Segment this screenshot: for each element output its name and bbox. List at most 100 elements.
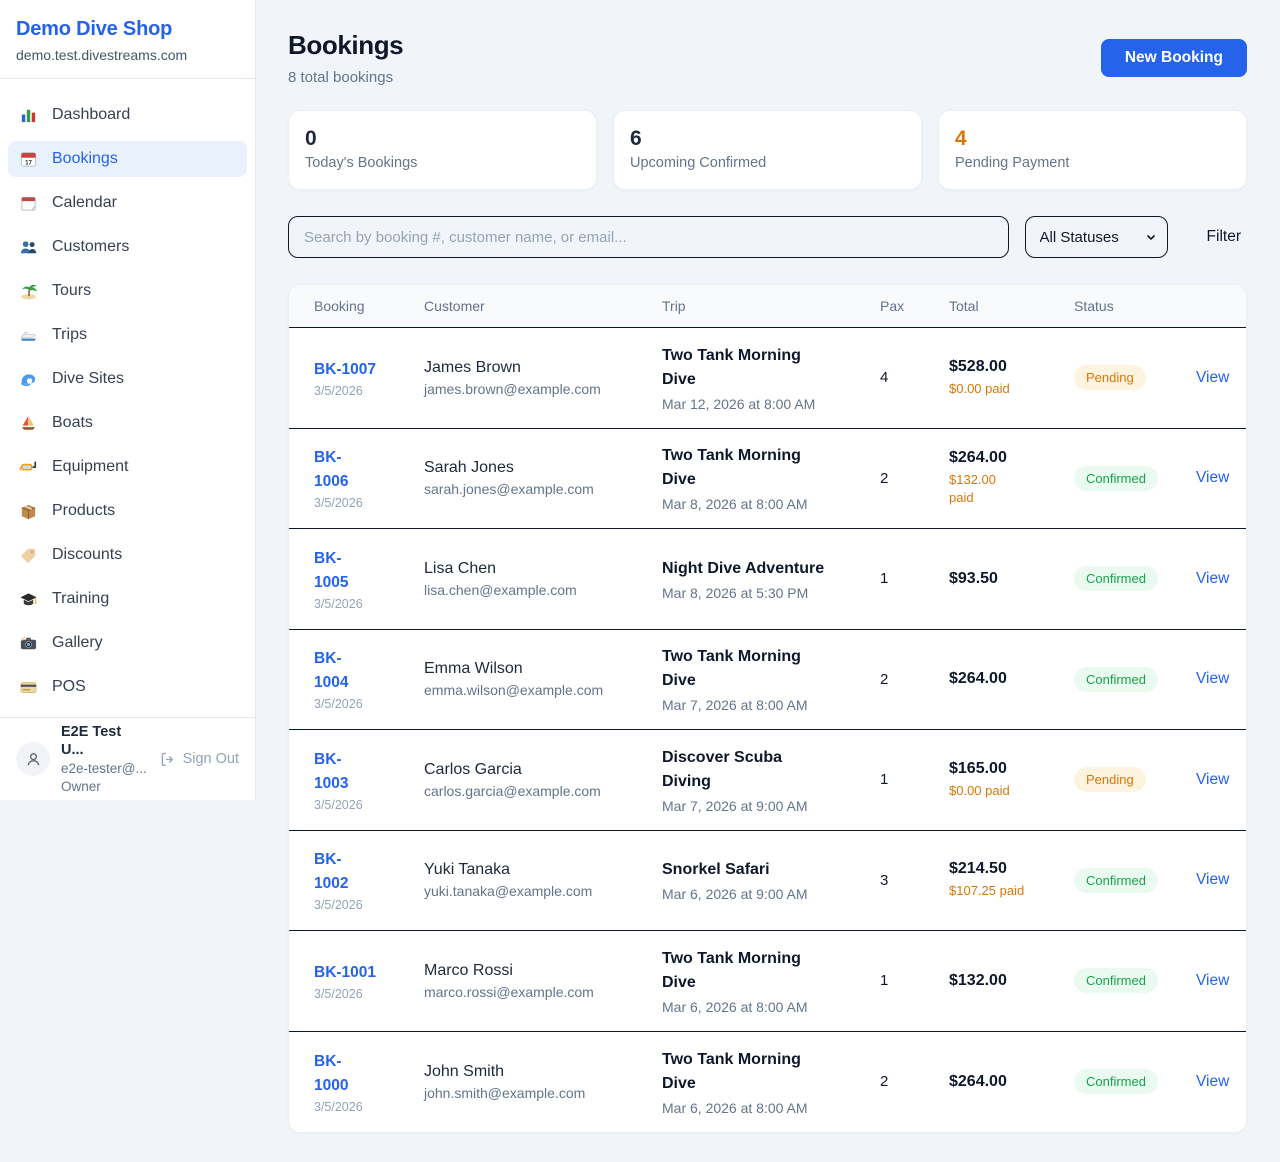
sidebar-item-dashboard[interactable]: Dashboard <box>8 97 247 133</box>
paid-amount: $107.25 paid <box>949 882 1074 900</box>
calendar-page-icon <box>18 193 38 213</box>
sidebar-item-label: Bookings <box>52 150 118 168</box>
sidebar-item-customers[interactable]: Customers <box>8 229 247 265</box>
customer-name: Lisa Chen <box>424 560 662 578</box>
sidebar-item-calendar[interactable]: Calendar <box>8 185 247 221</box>
booking-link[interactable]: BK- 1004 <box>314 647 348 695</box>
search-input[interactable] <box>288 216 1009 258</box>
sidebar-item-label: Boats <box>52 414 93 432</box>
booking-link[interactable]: BK- 1002 <box>314 848 348 896</box>
sidebar-item-equipment[interactable]: Equipment <box>8 449 247 485</box>
view-link[interactable]: View <box>1196 972 1229 989</box>
trip-name: Two Tank Morning Dive <box>662 1048 880 1096</box>
actions-cell: View <box>1196 972 1229 990</box>
customer-email: john.smith@example.com <box>424 1085 662 1101</box>
booking-link[interactable]: BK- 1005 <box>314 547 348 595</box>
filter-row: All Statuses Filter <box>288 216 1247 258</box>
sidebar-item-discounts[interactable]: Discounts <box>8 537 247 573</box>
stat-card-upcoming-confirmed: 6 Upcoming Confirmed <box>613 110 922 190</box>
sidebar-item-products[interactable]: Products <box>8 493 247 529</box>
trip-name: Discover Scuba Diving <box>662 746 880 794</box>
sidebar-item-dive-sites[interactable]: Dive Sites <box>8 361 247 397</box>
trip-name: Two Tank Morning Dive <box>662 344 880 392</box>
status-cell: Confirmed <box>1074 968 1196 993</box>
sidebar-item-training[interactable]: Training <box>8 581 247 617</box>
sidebar-item-label: Dashboard <box>52 106 130 124</box>
table-row: BK-1001 3/5/2026 Marco Rossi marco.rossi… <box>289 931 1246 1032</box>
view-link[interactable]: View <box>1196 771 1229 788</box>
bar-chart-icon <box>18 105 38 125</box>
total-cell: $214.50 $107.25 paid <box>949 860 1074 900</box>
new-booking-button[interactable]: New Booking <box>1101 39 1247 77</box>
customer-cell: Yuki Tanaka yuki.tanaka@example.com <box>424 861 662 899</box>
booking-cell: BK- 1003 3/5/2026 <box>314 748 424 812</box>
view-link[interactable]: View <box>1196 469 1229 486</box>
trip-cell: Two Tank Morning Dive Mar 7, 2026 at 8:0… <box>662 645 880 713</box>
total-cell: $132.00 <box>949 972 1074 990</box>
sidebar-item-gallery[interactable]: Gallery <box>8 625 247 661</box>
total-amount: $165.00 <box>949 760 1074 778</box>
sidebar-item-trips[interactable]: Trips <box>8 317 247 353</box>
booking-link[interactable]: BK- 1003 <box>314 748 348 796</box>
sailboat-icon <box>18 413 38 433</box>
pax-value: 2 <box>880 1073 949 1090</box>
booking-date: 3/5/2026 <box>314 597 424 611</box>
main-content: Bookings 8 total bookings New Booking 0 … <box>256 0 1280 1133</box>
avatar <box>16 742 50 776</box>
filter-button[interactable]: Filter <box>1201 228 1247 246</box>
view-link[interactable]: View <box>1196 1073 1229 1090</box>
sidebar-item-boats[interactable]: Boats <box>8 405 247 441</box>
customer-cell: Sarah Jones sarah.jones@example.com <box>424 459 662 497</box>
booking-link[interactable]: BK- 1000 <box>314 1050 348 1098</box>
view-link[interactable]: View <box>1196 871 1229 888</box>
customer-email: carlos.garcia@example.com <box>424 783 662 799</box>
actions-cell: View <box>1196 670 1229 688</box>
pax-value: 3 <box>880 872 949 889</box>
booking-date: 3/5/2026 <box>314 987 424 1001</box>
sidebar-nav: Dashboard 17 Bookings Calendar Customers… <box>0 79 255 705</box>
user-info: E2E Test U... e2e-tester@... Owner <box>61 723 148 796</box>
total-cell: $264.00 $132.00 paid <box>949 449 1074 507</box>
booking-cell: BK-1001 3/5/2026 <box>314 961 424 1001</box>
actions-cell: View <box>1196 1073 1229 1091</box>
page-title: Bookings <box>288 30 403 61</box>
package-icon <box>18 501 38 521</box>
total-amount: $132.00 <box>949 972 1074 990</box>
people-icon <box>18 237 38 257</box>
sidebar-item-label: Calendar <box>52 194 117 212</box>
booking-link[interactable]: BK-1001 <box>314 961 376 985</box>
trip-time: Mar 12, 2026 at 8:00 AM <box>662 396 880 412</box>
customer-cell: John Smith john.smith@example.com <box>424 1063 662 1101</box>
trip-cell: Two Tank Morning Dive Mar 8, 2026 at 8:0… <box>662 444 880 512</box>
trip-cell: Two Tank Morning Dive Mar 6, 2026 at 8:0… <box>662 1048 880 1116</box>
booking-link[interactable]: BK-1007 <box>314 358 376 382</box>
actions-cell: View <box>1196 871 1229 889</box>
customer-name: John Smith <box>424 1063 662 1081</box>
sidebar-item-pos[interactable]: POS <box>8 669 247 705</box>
view-link[interactable]: View <box>1196 670 1229 687</box>
sidebar-item-label: POS <box>52 678 86 696</box>
booking-link[interactable]: BK- 1006 <box>314 446 348 494</box>
table-row: BK- 1000 3/5/2026 John Smith john.smith@… <box>289 1032 1246 1133</box>
camera-icon <box>18 633 38 653</box>
user-name: E2E Test U... <box>61 723 148 761</box>
total-amount: $93.50 <box>949 570 1074 588</box>
actions-cell: View <box>1196 570 1229 588</box>
status-badge: Confirmed <box>1074 566 1158 591</box>
total-amount: $264.00 <box>949 1073 1074 1091</box>
booking-cell: BK- 1002 3/5/2026 <box>314 848 424 912</box>
pax-value: 2 <box>880 671 949 688</box>
sign-out-button[interactable]: Sign Out <box>159 751 239 768</box>
stat-label: Today's Bookings <box>305 155 580 171</box>
customer-name: Carlos Garcia <box>424 761 662 779</box>
status-badge: Pending <box>1074 365 1146 390</box>
view-link[interactable]: View <box>1196 369 1229 386</box>
view-link[interactable]: View <box>1196 570 1229 587</box>
sidebar-item-label: Dive Sites <box>52 370 124 388</box>
trip-time: Mar 6, 2026 at 9:00 AM <box>662 886 880 902</box>
sidebar-item-tours[interactable]: Tours <box>8 273 247 309</box>
status-filter-select[interactable]: All Statuses <box>1025 216 1168 258</box>
user-role: Owner <box>61 778 148 796</box>
sidebar-item-bookings[interactable]: 17 Bookings <box>8 141 247 177</box>
booking-date: 3/5/2026 <box>314 496 424 510</box>
